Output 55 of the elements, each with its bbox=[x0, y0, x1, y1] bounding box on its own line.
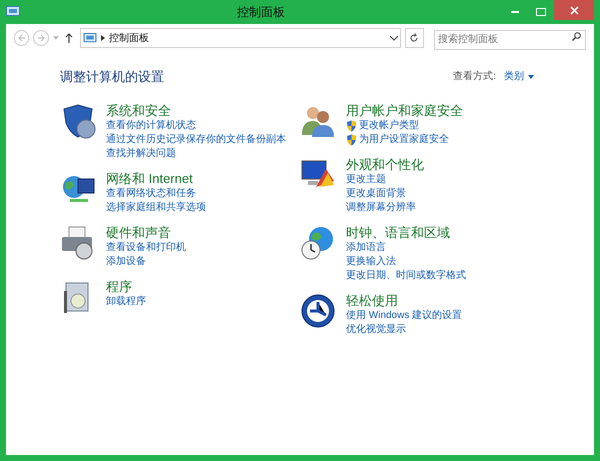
refresh-icon bbox=[409, 33, 420, 43]
task-link[interactable]: 为用户设置家庭安全 bbox=[359, 132, 449, 146]
task-link[interactable]: 卸载程序 bbox=[106, 294, 146, 308]
category-link[interactable]: 硬件和声音 bbox=[106, 224, 186, 240]
task-link[interactable]: 更改日期、时间或数字格式 bbox=[346, 268, 466, 282]
view-by-dropdown[interactable]: 类别 bbox=[504, 69, 534, 84]
category-link[interactable]: 时钟、语言和区域 bbox=[346, 224, 466, 240]
task-link[interactable]: 优化视觉显示 bbox=[346, 322, 406, 336]
task-link[interactable]: 查找并解决问题 bbox=[106, 146, 176, 160]
close-icon bbox=[570, 6, 578, 14]
category-link[interactable]: 网络和 Internet bbox=[106, 170, 206, 186]
caret-icon bbox=[528, 74, 534, 79]
chevron-icon bbox=[101, 35, 106, 41]
task-link[interactable]: 添加语言 bbox=[346, 240, 386, 254]
address-bar[interactable]: 控制面板 bbox=[80, 28, 401, 48]
category-link[interactable]: 轻松使用 bbox=[346, 292, 462, 308]
task-link[interactable]: 查看你的计算机状态 bbox=[106, 118, 196, 132]
back-arrow-icon bbox=[18, 34, 26, 42]
forward-button[interactable] bbox=[33, 30, 49, 46]
shield-icon bbox=[346, 134, 357, 146]
category-link[interactable]: 用户帐户和家庭安全 bbox=[346, 102, 463, 118]
task-link[interactable]: 添加设备 bbox=[106, 254, 146, 268]
window-title: 控制面板 bbox=[236, 4, 286, 21]
back-button[interactable] bbox=[14, 30, 30, 46]
task-link[interactable]: 调整屏幕分辨率 bbox=[346, 200, 416, 214]
forward-arrow-icon bbox=[37, 34, 46, 42]
task-link[interactable]: 选择家庭组和共享选项 bbox=[106, 200, 206, 214]
caret-icon bbox=[52, 36, 59, 40]
task-link[interactable]: 更改帐户类型 bbox=[359, 118, 419, 132]
task-link[interactable]: 更改桌面背景 bbox=[346, 186, 406, 200]
page-heading: 调整计算机的设置 bbox=[60, 68, 165, 86]
task-link[interactable]: 查看网络状态和任务 bbox=[106, 186, 196, 200]
close-button[interactable] bbox=[554, 0, 594, 20]
task-link[interactable]: 查看设备和打印机 bbox=[106, 240, 186, 254]
search-icon bbox=[572, 32, 581, 41]
task-link[interactable]: 使用 Windows 建议的设置 bbox=[346, 308, 462, 322]
shield-icon bbox=[346, 120, 357, 132]
refresh-button[interactable] bbox=[404, 28, 424, 48]
search-field[interactable]: 搜索控制面板 bbox=[434, 30, 586, 50]
category-link[interactable]: 程序 bbox=[106, 278, 146, 294]
control-panel-icon bbox=[83, 32, 98, 44]
category-link[interactable]: 系统和安全 bbox=[106, 102, 286, 118]
dropdown-icon bbox=[390, 36, 398, 40]
minimize-icon bbox=[511, 11, 519, 13]
accessibility-icon bbox=[300, 292, 336, 328]
task-link[interactable]: 更改主题 bbox=[346, 172, 386, 186]
control-panel-icon bbox=[6, 6, 20, 18]
up-arrow-icon bbox=[65, 33, 74, 43]
task-link[interactable]: 通过文件历史记录保存你的文件备份副本 bbox=[106, 132, 286, 146]
task-link[interactable]: 更换输入法 bbox=[346, 254, 396, 268]
maximize-icon bbox=[536, 8, 546, 16]
category-link[interactable]: 外观和个性化 bbox=[346, 156, 424, 172]
view-by-label: 查看方式: bbox=[453, 70, 496, 84]
address-path: 控制面板 bbox=[109, 32, 150, 46]
globe-clock-icon bbox=[300, 224, 336, 260]
